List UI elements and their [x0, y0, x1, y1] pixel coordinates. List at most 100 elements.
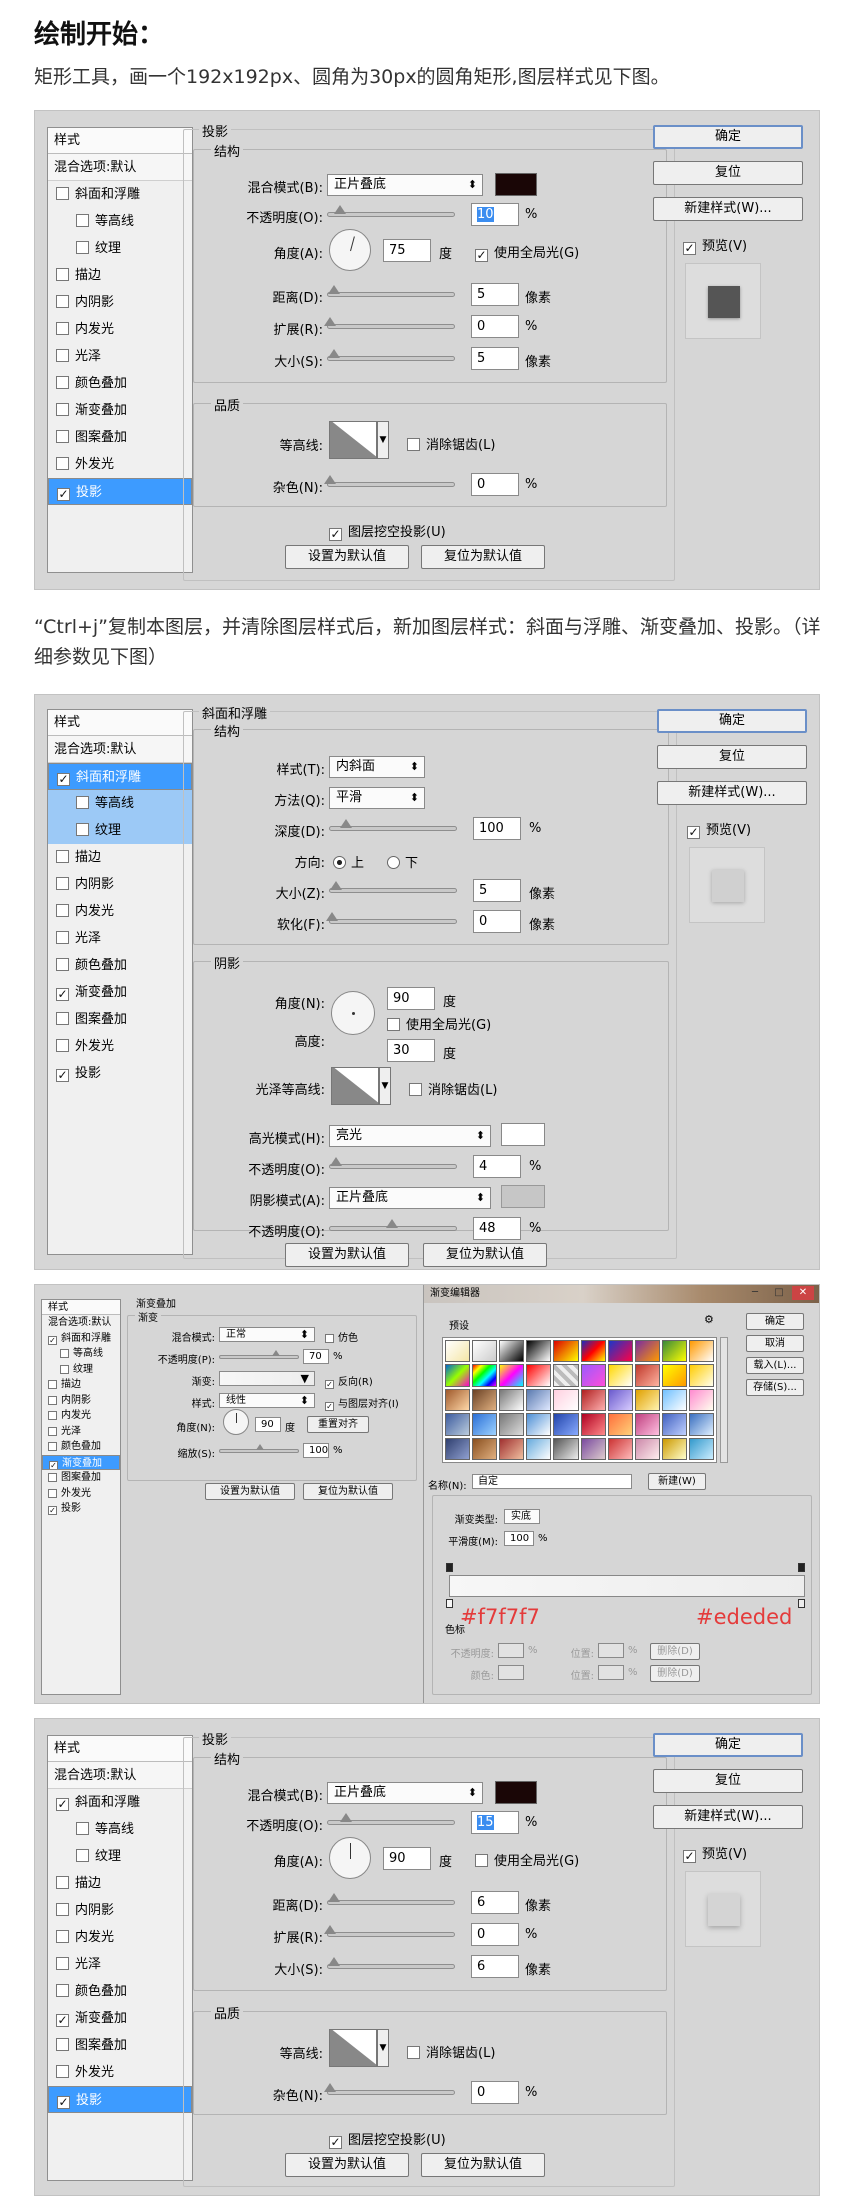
checkbox-icon[interactable]: [56, 850, 69, 863]
method-select[interactable]: 平滑 ⬍: [329, 787, 425, 809]
preset-swatch[interactable]: [526, 1388, 552, 1412]
pattern-overlay-item[interactable]: 图案叠加: [48, 2032, 192, 2059]
slider-thumb[interactable]: [272, 1350, 280, 1356]
dither-check[interactable]: 仿色: [325, 1329, 358, 1344]
checkbox-icon[interactable]: [475, 1854, 488, 1867]
preset-swatch[interactable]: [607, 1388, 633, 1412]
checkbox-checked-icon[interactable]: ✓: [57, 488, 70, 501]
preset-swatch[interactable]: [607, 1437, 633, 1460]
contour-item[interactable]: 等高线: [48, 790, 192, 817]
preset-swatch[interactable]: [553, 1388, 579, 1412]
checkbox-checked-icon[interactable]: ✓: [57, 773, 70, 786]
texture-item[interactable]: 纹理: [48, 235, 192, 262]
slider-thumb[interactable]: [334, 205, 346, 214]
use-global-light-check[interactable]: ✓ 使用全局光(G): [475, 242, 579, 262]
blend-options-item[interactable]: 混合选项:默认: [48, 736, 192, 763]
checkbox-icon[interactable]: [76, 241, 89, 254]
angle-dial[interactable]: [329, 1837, 371, 1879]
spread-input[interactable]: 0: [471, 1923, 519, 1946]
depth-input[interactable]: 100: [473, 817, 521, 840]
preset-swatch[interactable]: [634, 1364, 660, 1387]
contour-dropdown[interactable]: ▼: [377, 421, 389, 459]
highlight-color-swatch[interactable]: [501, 1123, 545, 1146]
preset-swatch[interactable]: [499, 1340, 525, 1363]
checkbox-icon[interactable]: [56, 931, 69, 944]
knockout-check[interactable]: ✓ 图层挖空投影(U): [329, 521, 446, 541]
shading-angle-input[interactable]: 90: [387, 987, 435, 1010]
preset-swatch[interactable]: [499, 1437, 525, 1460]
knockout-check[interactable]: ✓ 图层挖空投影(U): [329, 2129, 446, 2149]
gradient-angle-input[interactable]: 90: [255, 1417, 281, 1432]
highlight-opacity-slider[interactable]: [329, 1157, 457, 1169]
preview-check[interactable]: ✓ 预览(V): [683, 1843, 747, 1863]
shadow-opacity-slider[interactable]: [329, 1219, 457, 1231]
stop-color-location-input[interactable]: [598, 1665, 624, 1680]
satin-item[interactable]: 光泽: [48, 1951, 192, 1978]
contour-item[interactable]: 等高线: [48, 1816, 192, 1843]
checkbox-icon[interactable]: [56, 904, 69, 917]
bevel-item[interactable]: ✓ 斜面和浮雕: [48, 1789, 192, 1816]
editor-ok-button[interactable]: 确定: [746, 1313, 804, 1330]
checkbox-icon[interactable]: [56, 295, 69, 308]
editor-cancel-button[interactable]: 取消: [746, 1335, 804, 1352]
radio-selected-icon[interactable]: [333, 856, 346, 869]
checkbox-icon[interactable]: [56, 1876, 69, 1889]
size-input[interactable]: 5: [471, 347, 519, 370]
preset-swatch[interactable]: [580, 1340, 606, 1363]
preset-swatch[interactable]: [553, 1340, 579, 1363]
preset-swatch[interactable]: [661, 1388, 687, 1412]
reset-default-button[interactable]: 复位为默认值: [303, 1483, 393, 1500]
shading-angle-dial[interactable]: [331, 991, 375, 1035]
color-overlay-item[interactable]: 颜色叠加: [48, 952, 192, 979]
satin-item[interactable]: 光泽: [42, 1424, 120, 1440]
size-input[interactable]: 6: [471, 1955, 519, 1978]
drop-shadow-item[interactable]: ✓ 投影: [48, 2086, 192, 2113]
preset-swatch[interactable]: [688, 1364, 714, 1387]
noise-slider[interactable]: [324, 475, 455, 487]
reverse-check[interactable]: ✓ 反向(R): [325, 1373, 373, 1389]
checkbox-checked-icon[interactable]: ✓: [48, 1335, 57, 1345]
bevel-style-select[interactable]: 内斜面 ⬍: [329, 756, 425, 778]
opacity-slider[interactable]: [327, 1813, 455, 1825]
close-icon[interactable]: ✕: [792, 1286, 814, 1300]
gradient-style-select[interactable]: 线性 ⬍: [219, 1393, 315, 1408]
checkbox-icon[interactable]: [56, 403, 69, 416]
checkbox-checked-icon[interactable]: ✓: [56, 1069, 69, 1082]
new-style-button[interactable]: 新建样式(W)...: [657, 781, 807, 805]
preset-swatch[interactable]: [580, 1413, 606, 1436]
stroke-item[interactable]: 描边: [48, 262, 192, 289]
distance-input[interactable]: 5: [471, 283, 519, 306]
drop-shadow-item[interactable]: ✓ 投影: [48, 1060, 192, 1087]
preset-swatch[interactable]: [607, 1340, 633, 1363]
shadow-mode-select[interactable]: 正片叠底 ⬍: [329, 1187, 491, 1209]
preset-swatch[interactable]: [553, 1437, 579, 1460]
inner-glow-item[interactable]: 内发光: [48, 898, 192, 925]
preset-swatch[interactable]: [688, 1437, 714, 1460]
outer-glow-item[interactable]: 外发光: [48, 2059, 192, 2086]
checkbox-icon[interactable]: [387, 1018, 400, 1031]
slider-thumb[interactable]: [256, 1444, 264, 1450]
checkbox-icon[interactable]: [48, 1473, 57, 1482]
stroke-item[interactable]: 描边: [42, 1377, 120, 1393]
checkbox-checked-icon[interactable]: ✓: [56, 988, 69, 1001]
preset-swatch[interactable]: [553, 1364, 579, 1387]
inner-glow-item[interactable]: 内发光: [42, 1408, 120, 1424]
gradient-angle-dial[interactable]: [223, 1409, 249, 1435]
reset-button[interactable]: 复位: [653, 1769, 803, 1793]
ok-button[interactable]: 确定: [653, 125, 803, 149]
outer-glow-item[interactable]: 外发光: [48, 451, 192, 478]
checkbox-icon[interactable]: [56, 457, 69, 470]
noise-slider[interactable]: [324, 2083, 455, 2095]
checkbox-icon[interactable]: [56, 1039, 69, 1052]
pattern-overlay-item[interactable]: 图案叠加: [48, 1006, 192, 1033]
inner-glow-item[interactable]: 内发光: [48, 316, 192, 343]
shadow-color-swatch[interactable]: [501, 1185, 545, 1208]
smoothness-input[interactable]: 100: [504, 1531, 534, 1546]
preset-swatch[interactable]: [661, 1437, 687, 1460]
make-default-button[interactable]: 设置为默认值: [205, 1483, 295, 1500]
checkbox-checked-icon[interactable]: ✓: [56, 1798, 69, 1811]
checkbox-checked-icon[interactable]: ✓: [57, 2096, 70, 2109]
checkbox-icon[interactable]: [48, 1380, 57, 1389]
color-overlay-item[interactable]: 颜色叠加: [42, 1439, 120, 1455]
texture-item[interactable]: 纹理: [42, 1362, 120, 1378]
